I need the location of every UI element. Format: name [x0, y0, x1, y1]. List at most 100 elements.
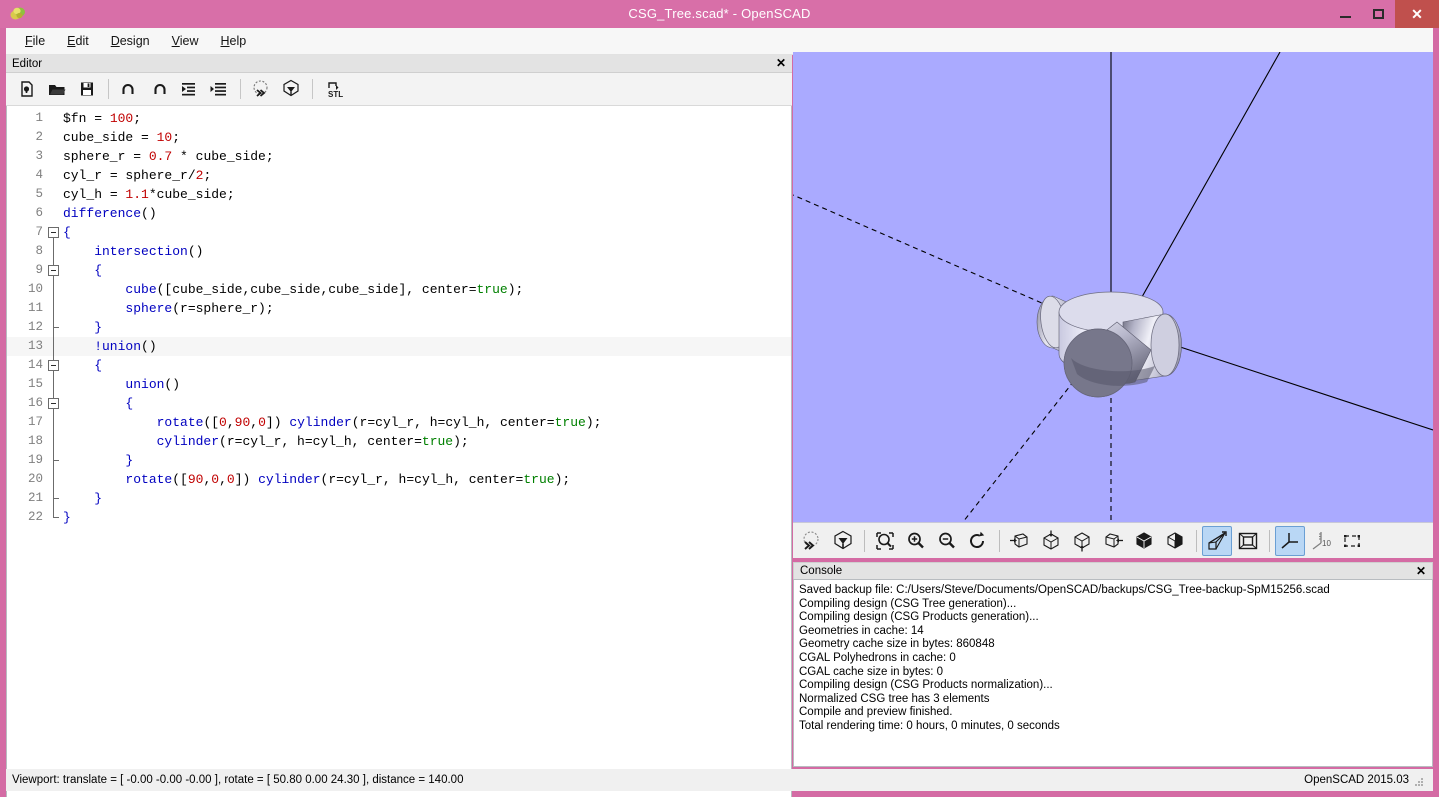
- code-line[interactable]: 17 rotate([0,90,0]) cylinder(r=cyl_r, h=…: [7, 413, 791, 432]
- open-file-icon[interactable]: [44, 76, 70, 102]
- line-number: 7: [7, 223, 45, 242]
- line-number: 10: [7, 280, 45, 299]
- line-number: 19: [7, 451, 45, 470]
- code-line[interactable]: 6difference(): [7, 204, 791, 223]
- show-axes-icon[interactable]: [1275, 526, 1305, 556]
- reset-view-icon[interactable]: [963, 526, 993, 556]
- code-line[interactable]: 1$fn = 100;: [7, 109, 791, 128]
- console-line: Geometry cache size in bytes: 860848: [799, 638, 1427, 652]
- view-bottom-icon[interactable]: [1067, 526, 1097, 556]
- code-token: (): [141, 339, 157, 354]
- code-line[interactable]: 8 intersection(): [7, 242, 791, 261]
- code-token: cube_side,cube_side,cube_side: [172, 282, 398, 297]
- code-editor[interactable]: 1$fn = 100;2cube_side = 10;3sphere_r = 0…: [6, 106, 792, 797]
- view-back-icon[interactable]: [1160, 526, 1190, 556]
- view-toolbar-separator-2: [999, 530, 1000, 552]
- fold-marker[interactable]: [45, 394, 63, 413]
- code-text: {: [63, 223, 791, 242]
- redo-icon[interactable]: [146, 76, 172, 102]
- perspective-icon[interactable]: [1202, 526, 1232, 556]
- code-line[interactable]: 12 }: [7, 318, 791, 337]
- orthogonal-icon[interactable]: [1233, 526, 1263, 556]
- code-token: 90: [188, 472, 204, 487]
- maximize-button[interactable]: [1362, 0, 1395, 28]
- menu-item-view[interactable]: View: [161, 30, 210, 52]
- console-close-icon[interactable]: ✕: [1416, 564, 1426, 579]
- resize-grip-icon[interactable]: [1415, 778, 1425, 788]
- code-line[interactable]: 13 !union(): [7, 337, 791, 356]
- code-line[interactable]: 20 rotate([90,0,0]) cylinder(r=cyl_r, h=…: [7, 470, 791, 489]
- line-number: 6: [7, 204, 45, 223]
- console-line: Compiling design (CSG Products normaliza…: [799, 679, 1427, 693]
- code-text: rotate([0,90,0]) cylinder(r=cyl_r, h=cyl…: [63, 413, 791, 432]
- preview-icon[interactable]: [248, 76, 274, 102]
- code-token: ([: [172, 472, 188, 487]
- code-line[interactable]: 14 {: [7, 356, 791, 375]
- fold-marker[interactable]: [45, 261, 63, 280]
- console-dock-title: Console: [794, 565, 842, 577]
- 3d-viewport[interactable]: z y x: [793, 52, 1433, 522]
- close-button[interactable]: ✕: [1395, 0, 1439, 28]
- preview-icon[interactable]: [797, 526, 827, 556]
- code-line[interactable]: 18 cylinder(r=cyl_r, h=cyl_h, center=tru…: [7, 432, 791, 451]
- code-line[interactable]: 19 }: [7, 451, 791, 470]
- code-line[interactable]: 2cube_side = 10;: [7, 128, 791, 147]
- code-token: rotate: [63, 472, 172, 487]
- view-right-icon[interactable]: [1005, 526, 1035, 556]
- render-icon[interactable]: [278, 76, 304, 102]
- zoom-in-icon[interactable]: [901, 526, 931, 556]
- show-scale-markers-icon[interactable]: 10: [1306, 526, 1336, 556]
- zoom-fit-icon[interactable]: [870, 526, 900, 556]
- code-token: r=cyl_r, h=cyl_h, center=: [360, 415, 555, 430]
- code-line[interactable]: 11 sphere(r=sphere_r);: [7, 299, 791, 318]
- new-file-icon[interactable]: [14, 76, 40, 102]
- code-token: cyl_r: [63, 168, 102, 183]
- menu-item-design[interactable]: Design: [100, 30, 161, 52]
- fold-marker[interactable]: [45, 223, 63, 242]
- code-line[interactable]: 4cyl_r = sphere_r/2;: [7, 166, 791, 185]
- undo-icon[interactable]: [116, 76, 142, 102]
- code-lines-container: 1$fn = 100;2cube_side = 10;3sphere_r = 0…: [7, 106, 791, 527]
- minimize-button[interactable]: [1329, 0, 1362, 28]
- code-line[interactable]: 9 {: [7, 261, 791, 280]
- fold-marker[interactable]: [45, 356, 63, 375]
- zoom-out-icon[interactable]: [932, 526, 962, 556]
- export-stl-icon[interactable]: STL: [320, 76, 350, 102]
- code-token: r=sphere_r: [180, 301, 258, 316]
- code-token: *: [172, 149, 195, 164]
- code-line[interactable]: 15 union(): [7, 375, 791, 394]
- code-token: (): [188, 244, 204, 259]
- line-number: 16: [7, 394, 45, 413]
- editor-close-icon[interactable]: ✕: [776, 56, 786, 71]
- code-token: ([: [157, 282, 173, 297]
- window-controls: ✕: [1329, 0, 1439, 28]
- scale-marker-label: 10: [1322, 539, 1331, 548]
- code-token: ;: [172, 130, 180, 145]
- console-output[interactable]: Saved backup file: C:/Users/Steve/Docume…: [793, 579, 1433, 767]
- render-icon[interactable]: [828, 526, 858, 556]
- fold-marker: [45, 242, 63, 261]
- show-edges-icon[interactable]: [1337, 526, 1367, 556]
- unindent-icon[interactable]: [176, 76, 202, 102]
- code-line[interactable]: 22}: [7, 508, 791, 527]
- code-line[interactable]: 16 {: [7, 394, 791, 413]
- code-line[interactable]: 5cyl_h = 1.1*cube_side;: [7, 185, 791, 204]
- code-line[interactable]: 10 cube([cube_side,cube_side,cube_side],…: [7, 280, 791, 299]
- line-number: 1: [7, 109, 45, 128]
- menu-item-edit[interactable]: Edit: [56, 30, 100, 52]
- view-top-icon[interactable]: [1036, 526, 1066, 556]
- view-left-icon[interactable]: [1098, 526, 1128, 556]
- menu-item-help[interactable]: Help: [210, 30, 258, 52]
- code-line[interactable]: 7{: [7, 223, 791, 242]
- code-token: 0: [258, 415, 266, 430]
- code-token: ;: [266, 149, 274, 164]
- view-front-icon[interactable]: [1129, 526, 1159, 556]
- indent-icon[interactable]: [206, 76, 232, 102]
- code-line[interactable]: 3sphere_r = 0.7 * cube_side;: [7, 147, 791, 166]
- fold-marker: [45, 375, 63, 394]
- save-file-icon[interactable]: [74, 76, 100, 102]
- menu-item-file[interactable]: File: [14, 30, 56, 52]
- code-line[interactable]: 21 }: [7, 489, 791, 508]
- code-token: ,: [219, 472, 227, 487]
- view-toolbar-separator-4: [1269, 530, 1270, 552]
